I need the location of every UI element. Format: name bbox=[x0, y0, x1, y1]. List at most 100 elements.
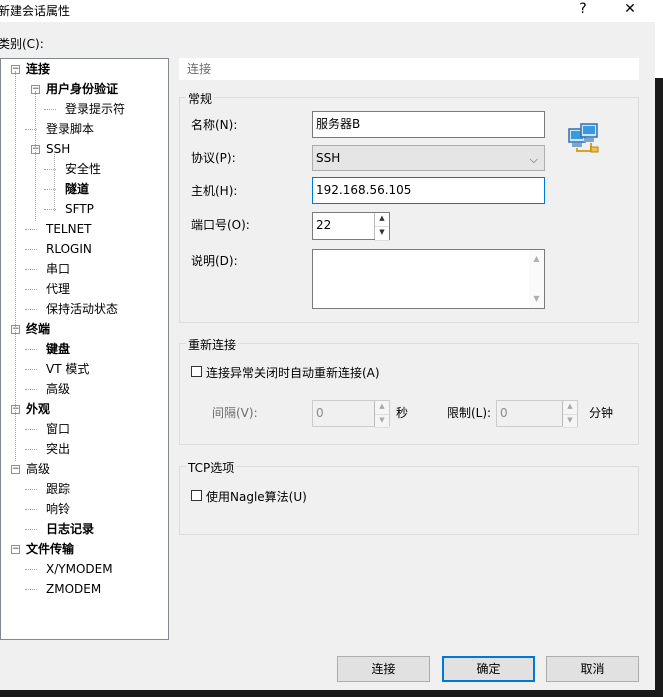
tree-item[interactable]: RLOGIN bbox=[46, 242, 92, 256]
tree-item[interactable]: 用户身份验证 bbox=[46, 82, 118, 96]
window-title: 新建会话属性 bbox=[0, 4, 71, 18]
tree-item[interactable]: 高级 bbox=[46, 382, 70, 396]
panel-header: 连接 bbox=[179, 58, 639, 80]
host-label: 主机(H): bbox=[191, 184, 238, 198]
tree-guide-line bbox=[15, 71, 16, 461]
tree-item[interactable]: TELNET bbox=[46, 222, 92, 236]
interval-label: 间隔(V): bbox=[212, 406, 258, 420]
connect-button[interactable]: 连接 bbox=[337, 656, 430, 682]
limit-unit: 分钟 bbox=[589, 406, 614, 420]
collapse-toggle-icon[interactable]: − bbox=[11, 545, 20, 554]
port-value: 22 bbox=[316, 218, 332, 232]
tree-item[interactable]: ZMODEM bbox=[46, 582, 101, 596]
nagle-label[interactable]: 使用Nagle算法(U) bbox=[206, 488, 307, 505]
description-scrollbar[interactable]: ▲ ▼ bbox=[529, 250, 544, 308]
spin-down-icon[interactable]: ▼ bbox=[563, 414, 577, 428]
protocol-label: 协议(P): bbox=[191, 151, 236, 165]
tree-connector bbox=[25, 429, 37, 430]
tree-item[interactable]: 跟踪 bbox=[46, 482, 70, 496]
tree-item[interactable]: 代理 bbox=[46, 282, 70, 296]
close-icon[interactable]: ✕ bbox=[615, 0, 645, 20]
reconnect-group bbox=[179, 343, 639, 445]
spin-down-icon[interactable]: ▼ bbox=[375, 414, 389, 428]
general-group-title: 常规 bbox=[186, 90, 215, 107]
auto-reconnect-label[interactable]: 连接异常关闭时自动重新连接(A) bbox=[206, 364, 380, 381]
tree-connector bbox=[25, 589, 37, 590]
tree-item[interactable]: 窗口 bbox=[46, 422, 70, 436]
tree-item[interactable]: 文件传输 bbox=[26, 542, 74, 556]
port-spinner[interactable]: ▲ ▼ bbox=[374, 213, 389, 241]
tree-connector bbox=[25, 269, 37, 270]
name-field[interactable]: 服务器B bbox=[312, 111, 545, 138]
interval-unit: 秒 bbox=[396, 406, 409, 420]
scroll-up-icon[interactable]: ▲ bbox=[529, 252, 544, 266]
spin-up-icon[interactable]: ▲ bbox=[375, 401, 389, 415]
port-label: 端口号(O): bbox=[191, 218, 250, 232]
tree-item[interactable]: 高级 bbox=[26, 462, 50, 476]
tree-connector bbox=[25, 289, 37, 290]
tree-item[interactable]: 键盘 bbox=[46, 342, 70, 356]
category-label: 类别(C): bbox=[0, 37, 44, 51]
tcp-options-group-title: TCP选项 bbox=[186, 459, 237, 476]
tree-guide-line bbox=[54, 151, 55, 211]
tree-connector bbox=[25, 529, 37, 530]
chevron-down-icon: ⌵ bbox=[529, 153, 538, 166]
limit-label: 限制(L): bbox=[447, 406, 492, 420]
limit-value: 0 bbox=[500, 406, 508, 420]
tree-item[interactable]: 响铃 bbox=[46, 502, 70, 516]
tree-item[interactable]: 连接 bbox=[26, 62, 50, 76]
background-edge bbox=[655, 0, 663, 697]
tree-item[interactable]: 外观 bbox=[26, 402, 50, 416]
protocol-select[interactable]: SSH ⌵ bbox=[312, 145, 545, 171]
network-computers-icon bbox=[567, 121, 601, 155]
tree-connector bbox=[25, 229, 37, 230]
tree-item[interactable]: X/YMODEM bbox=[46, 562, 113, 576]
category-tree[interactable]: − 连接 − 用户身份验证 登录提示符 登录脚本 − SSH 安全性 隧道 SFTP TELNET RL… bbox=[0, 58, 169, 640]
tree-connector bbox=[25, 349, 37, 350]
tree-item[interactable]: 登录提示符 bbox=[65, 102, 125, 116]
tree-connector bbox=[25, 569, 37, 570]
auto-reconnect-checkbox[interactable] bbox=[191, 366, 202, 377]
tree-item[interactable]: 突出 bbox=[46, 442, 70, 456]
tree-item[interactable]: SFTP bbox=[65, 202, 94, 216]
description-textarea[interactable]: ▲ ▼ bbox=[312, 249, 545, 309]
tree-connector bbox=[44, 109, 56, 110]
background-edge-top bbox=[655, 0, 663, 78]
reconnect-group-title: 重新连接 bbox=[186, 336, 239, 353]
help-icon[interactable]: ? bbox=[568, 0, 598, 20]
tree-item[interactable]: 登录脚本 bbox=[46, 122, 94, 136]
tree-guide-line bbox=[35, 91, 36, 221]
tree-item[interactable]: 隧道 bbox=[65, 182, 89, 196]
tree-connector bbox=[25, 249, 37, 250]
nagle-checkbox[interactable] bbox=[191, 490, 202, 501]
tree-connector bbox=[25, 369, 37, 370]
description-label: 说明(D): bbox=[191, 254, 238, 268]
tree-item[interactable]: 日志记录 bbox=[46, 522, 94, 536]
tree-connector bbox=[25, 449, 37, 450]
cancel-button[interactable]: 取消 bbox=[546, 656, 639, 682]
interval-spinner[interactable]: ▲ ▼ bbox=[374, 401, 389, 428]
protocol-value: SSH bbox=[316, 151, 341, 165]
name-label: 名称(N): bbox=[191, 118, 238, 132]
tree-item[interactable]: 终端 bbox=[26, 322, 50, 336]
session-properties-dialog: 新建会话属性 ? ✕ 类别(C): − 连接 − 用户身份验证 登录提示符 登录脚本 − SS… bbox=[0, 0, 655, 690]
tree-item[interactable]: 串口 bbox=[46, 262, 70, 276]
title-bar: 新建会话属性 ? ✕ bbox=[0, 0, 655, 22]
tree-connector bbox=[25, 309, 37, 310]
interval-value: 0 bbox=[316, 406, 324, 420]
spin-down-icon[interactable]: ▼ bbox=[375, 227, 389, 241]
tree-connector bbox=[25, 489, 37, 490]
tree-item[interactable]: SSH bbox=[46, 142, 70, 156]
scroll-down-icon[interactable]: ▼ bbox=[529, 292, 544, 306]
tree-item[interactable]: 安全性 bbox=[65, 162, 101, 176]
host-field[interactable]: 192.168.56.105 bbox=[312, 177, 545, 204]
tree-connector bbox=[25, 509, 37, 510]
ok-button[interactable]: 确定 bbox=[442, 656, 535, 682]
tree-item[interactable]: 保持活动状态 bbox=[46, 302, 118, 316]
limit-spinner[interactable]: ▲ ▼ bbox=[562, 401, 577, 428]
background-edge-bottom bbox=[0, 690, 663, 697]
collapse-toggle-icon[interactable]: − bbox=[11, 465, 20, 474]
tree-item[interactable]: VT 模式 bbox=[46, 362, 89, 376]
spin-up-icon[interactable]: ▲ bbox=[375, 213, 389, 227]
spin-up-icon[interactable]: ▲ bbox=[563, 401, 577, 415]
